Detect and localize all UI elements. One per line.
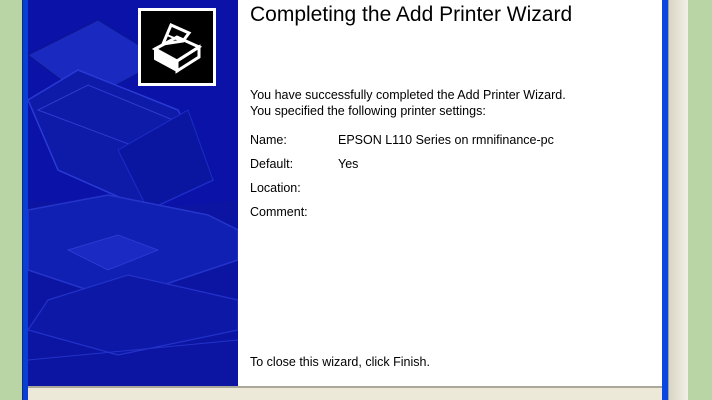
setting-row-comment: Comment:: [250, 205, 650, 229]
setting-label: Default:: [250, 157, 294, 171]
wizard-side-panel: [28, 0, 238, 386]
screenshot-stage: Completing the Add Printer Wizard You ha…: [0, 0, 712, 400]
wizard-content: Completing the Add Printer Wizard You ha…: [250, 0, 650, 386]
wizard-title: Completing the Add Printer Wizard: [250, 3, 573, 26]
intro-line-2: You specified the following printer sett…: [250, 104, 486, 118]
setting-value: EPSON L110 Series on rmnifinance-pc: [338, 133, 554, 147]
closing-instruction: To close this wizard, click Finish.: [250, 355, 430, 369]
setting-label: Comment:: [250, 205, 308, 219]
dialog-button-area: [28, 386, 662, 400]
setting-row-name: Name: EPSON L110 Series on rmnifinance-p…: [250, 133, 650, 157]
background-left: [0, 0, 22, 400]
background-right: [688, 0, 712, 400]
printer-icon: [141, 11, 213, 83]
setting-row-default: Default: Yes: [250, 157, 650, 181]
setting-value: Yes: [338, 157, 359, 171]
intro-line-1: You have successfully completed the Add …: [250, 88, 566, 102]
setting-row-location: Location:: [250, 181, 650, 205]
add-printer-wizard-dialog: Completing the Add Printer Wizard You ha…: [28, 0, 662, 388]
wizard-icon-tile: [138, 8, 216, 86]
wizard-intro: You have successfully completed the Add …: [250, 87, 650, 119]
setting-label: Location:: [250, 181, 301, 195]
setting-label: Name:: [250, 133, 287, 147]
background-window: [668, 0, 689, 400]
printer-settings: Name: EPSON L110 Series on rmnifinance-p…: [250, 133, 650, 229]
